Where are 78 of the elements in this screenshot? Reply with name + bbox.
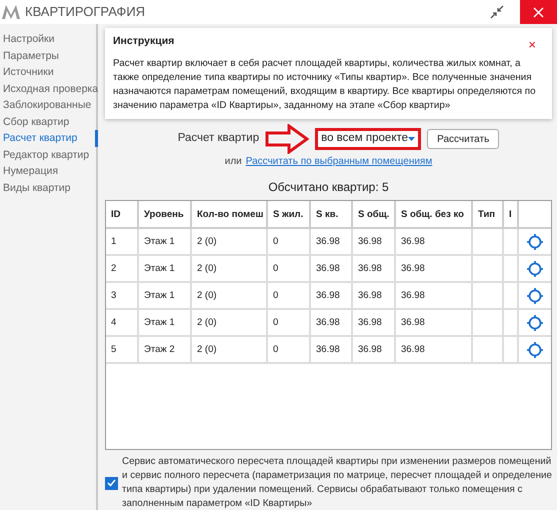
close-button[interactable]: [520, 0, 557, 24]
table-cell: 4: [111, 317, 116, 328]
table-cell: 0: [273, 263, 278, 274]
calculate-button[interactable]: Рассчитать: [427, 129, 500, 149]
table-cell: 2 (0): [197, 263, 217, 274]
column-header[interactable]: S жил.: [268, 201, 311, 227]
sidebar-item[interactable]: Исходная проверка: [0, 80, 96, 97]
table-cell: 36.98: [358, 317, 382, 328]
table-cell: 36.98: [316, 317, 340, 328]
table-cell: 0: [273, 344, 278, 355]
table-cell: 36.98: [401, 290, 425, 301]
column-header[interactable]: Кол-во помеш: [192, 201, 268, 227]
column-header[interactable]: Уровень: [139, 201, 192, 227]
sidebar-item[interactable]: Заблокированные: [0, 97, 96, 114]
calc-label: Расчет квартир: [178, 131, 260, 146]
crosshair-icon[interactable]: [527, 314, 543, 330]
collapse-icon[interactable]: [490, 5, 504, 19]
instruction-title: Инструкция: [113, 34, 174, 49]
calculate-selected-link[interactable]: Рассчитать по выбранным помещениям: [246, 154, 432, 169]
service-checkbox[interactable]: [105, 476, 118, 490]
table-cell: 36.98: [316, 290, 340, 301]
crosshair-icon[interactable]: [527, 260, 543, 276]
column-header[interactable]: ID: [106, 201, 139, 227]
close-button[interactable]: ×: [528, 38, 536, 51]
table-cell: 2 (0): [197, 344, 217, 355]
table-cell: 2 (0): [197, 290, 217, 301]
table-cell: 2 (0): [197, 317, 217, 328]
table-cell: 3: [111, 290, 116, 301]
table-cell: 36.98: [316, 344, 340, 355]
table-cell: 0: [273, 290, 278, 301]
crosshair-icon[interactable]: [527, 234, 543, 250]
summary-text: Обсчитано квартир: 5: [267, 179, 390, 196]
instruction-text: Расчет квартир включает в себя расчет площадей квартиры, количества жилых комнат, а также определение типа квартиры по источнику «Типы квартир». Все полученные значения назначаются параметрам помещений, входящим в квартиру. Все квартиры определяются по значению параметра «ID Квартиры», заданному на этапе «Сбор квартир»: [113, 57, 537, 113]
table-cell: 36.98: [316, 263, 340, 274]
logo-icon: [2, 5, 20, 19]
sidebar-item[interactable]: Источники: [0, 64, 96, 80]
table-cell: Этаж 1: [144, 290, 175, 301]
table-cell: 5: [111, 344, 116, 355]
table-cell: 36.98: [358, 344, 382, 355]
table-cell: 36.98: [401, 317, 425, 328]
table-cell: Этаж 1: [144, 263, 175, 274]
sidebar-item[interactable]: Расчет квартир: [0, 130, 98, 146]
sidebar-item[interactable]: Нумерация: [0, 163, 96, 180]
caret-icon: [408, 137, 416, 141]
window-title: КВАРТИРОГРАФИЯ: [25, 3, 146, 22]
table-cell: Этаж 2: [144, 344, 175, 355]
sidebar-item[interactable]: Виды квартир: [0, 180, 96, 196]
sidebar-item[interactable]: Параметры: [0, 48, 96, 64]
table-cell: 36.98: [401, 263, 425, 274]
column-header[interactable]: S общ. без ко: [396, 201, 473, 227]
column-header[interactable]: I: [504, 201, 519, 227]
scope-dropdown[interactable]: во всем проекте: [315, 128, 422, 150]
table-cell: Этаж 1: [144, 236, 175, 247]
table-cell: 36.98: [401, 344, 425, 355]
table-cell: 1: [111, 236, 116, 247]
table-cell: 2 (0): [197, 236, 217, 247]
close-icon: [533, 6, 544, 18]
sidebar-item[interactable]: Сбор квартир: [0, 114, 96, 130]
check-icon: [107, 479, 116, 487]
table-cell: 0: [273, 236, 278, 247]
crosshair-icon[interactable]: [527, 342, 543, 358]
column-header[interactable]: S общ.: [353, 201, 396, 227]
sidebar-item[interactable]: Редактор квартир: [0, 146, 96, 163]
table-cell: Этаж 1: [144, 317, 175, 328]
column-header[interactable]: S кв.: [311, 201, 353, 227]
crosshair-icon[interactable]: [527, 288, 543, 304]
column-header[interactable]: Тип: [473, 201, 504, 227]
table-cell: 36.98: [358, 263, 382, 274]
table-cell: 36.98: [401, 236, 425, 247]
service-text: Сервис автоматического пересчета площадей квартиры при изменении размеров помещений и сервис полного пересчета (параметризация по матрице, пересчет площадей и определение типа квартиры) при удалении помещений. Сервисы обрабатывают только помещения с заполненным параметром «ID Квартиры»: [122, 455, 552, 510]
table-cell: 36.98: [316, 236, 340, 247]
table-cell: 36.98: [358, 236, 382, 247]
table-cell: 36.98: [358, 290, 382, 301]
table-cell: 0: [273, 317, 278, 328]
annotation-arrow: [265, 124, 310, 154]
table-cell: 2: [111, 263, 116, 274]
or-text: или: [224, 155, 242, 169]
sidebar-item[interactable]: Настройки: [0, 31, 96, 48]
